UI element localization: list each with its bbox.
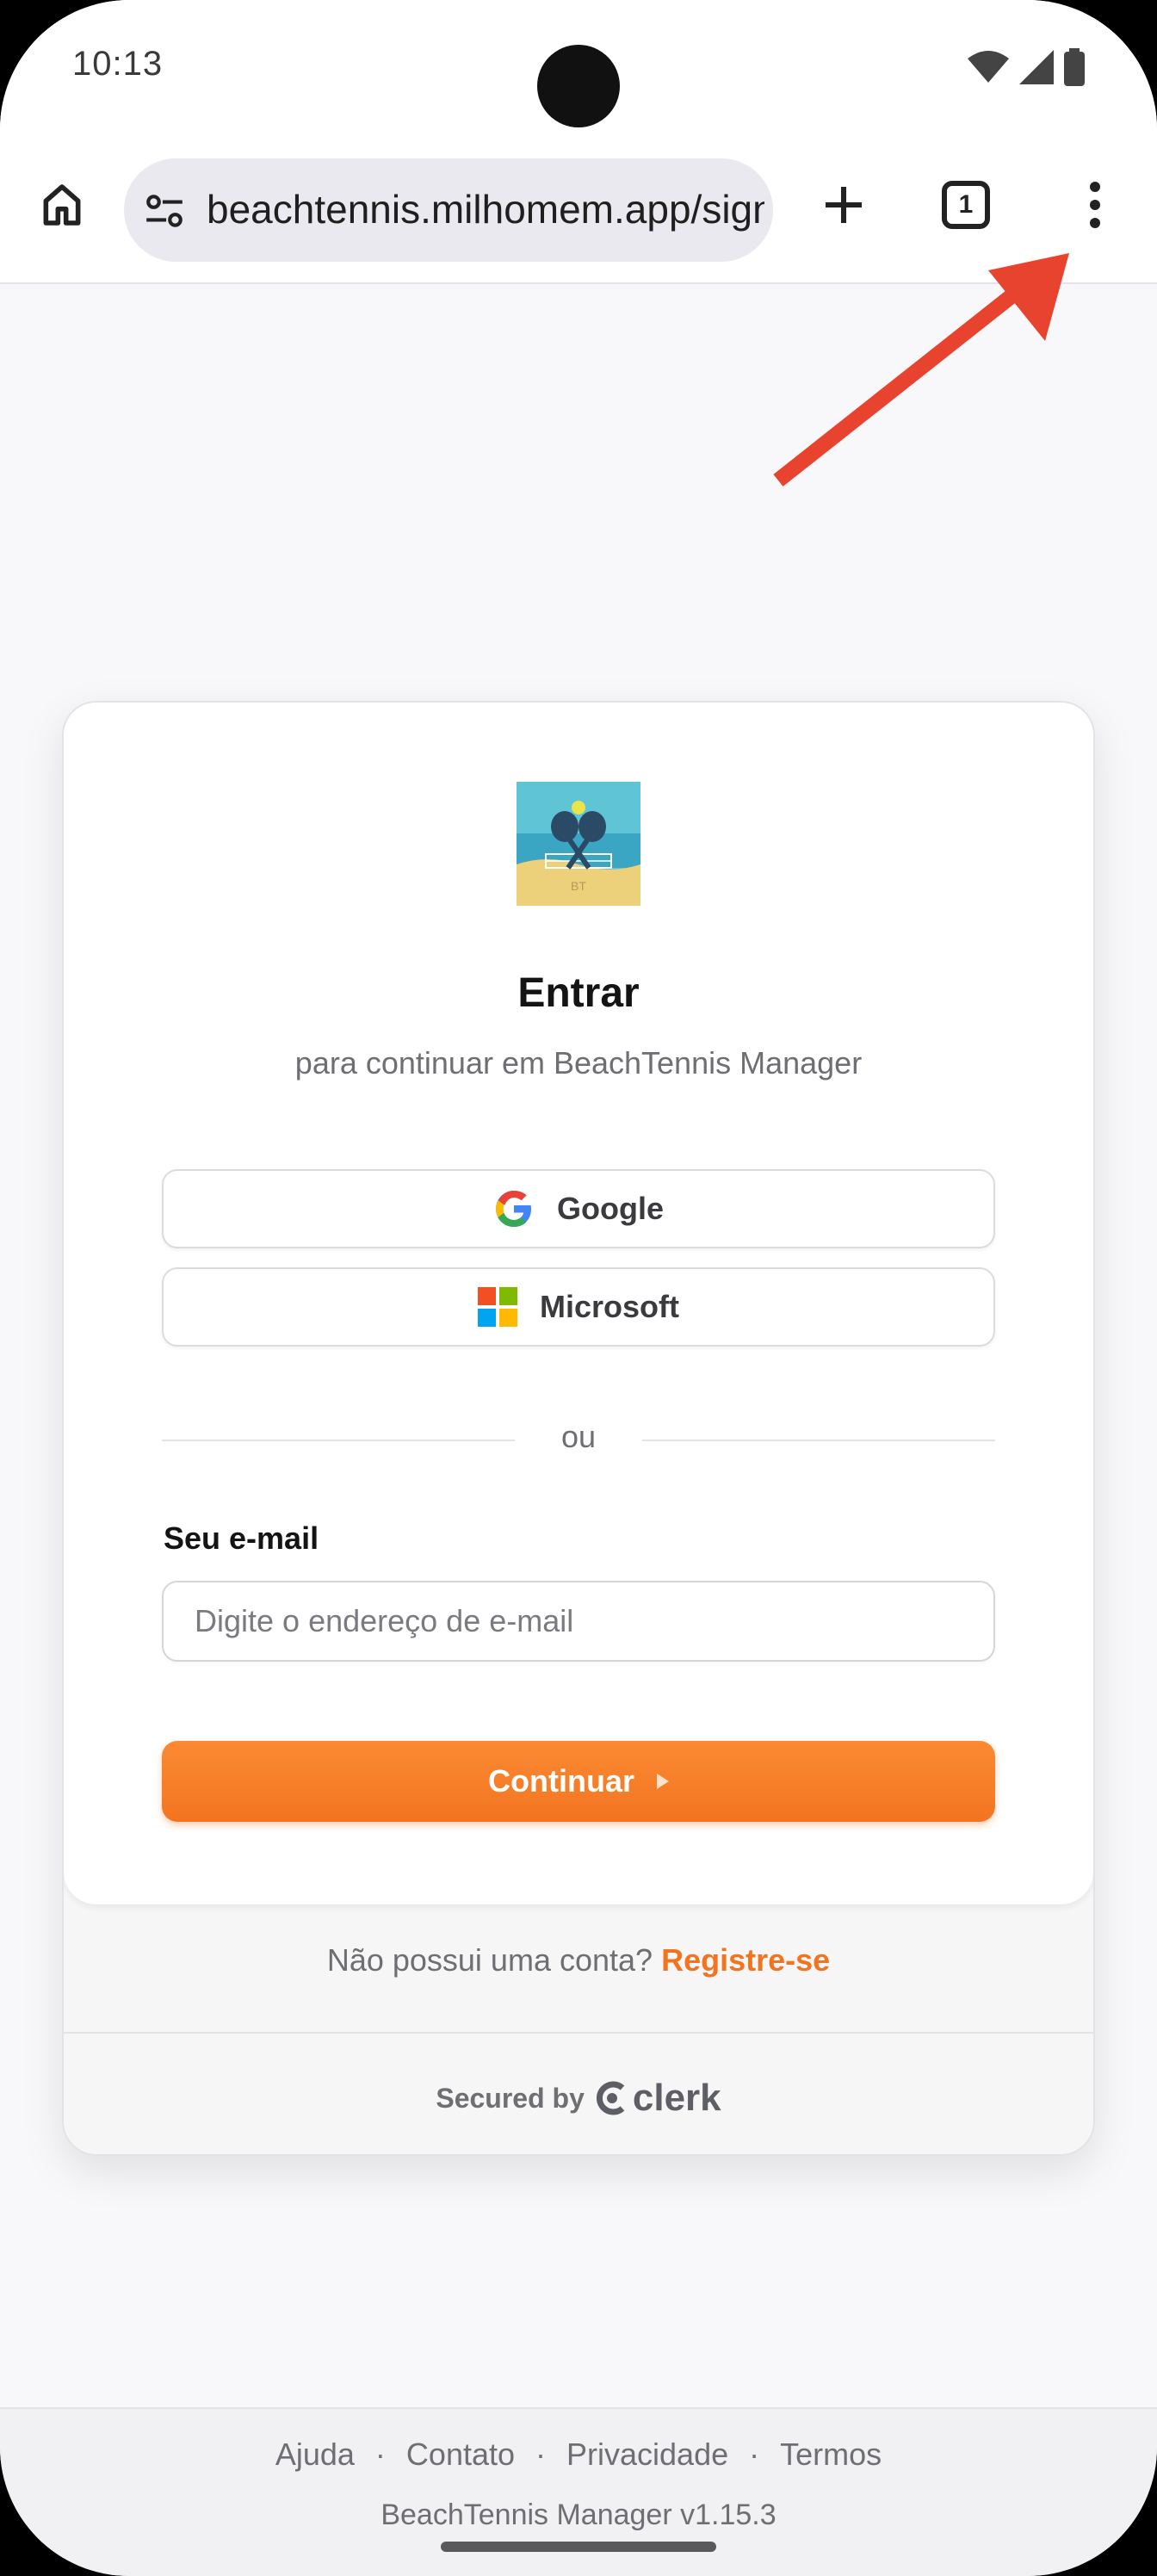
tab-switcher-button[interactable]: 1 xyxy=(942,181,990,229)
status-icons xyxy=(968,48,1085,86)
signin-card: BT Entrar para continuar em BeachTennis … xyxy=(62,701,1095,2156)
card-separator xyxy=(64,2032,1093,2034)
wifi-icon xyxy=(968,51,1009,83)
status-bar: 10:13 xyxy=(0,0,1157,138)
secured-by-row: Secured by clerk xyxy=(64,2077,1093,2120)
footer-link-privacy[interactable]: Privacidade xyxy=(566,2437,728,2472)
signin-title: Entrar xyxy=(517,970,640,1016)
continue-button-label: Continuar xyxy=(488,1763,634,1799)
signin-subtitle: para continuar em BeachTennis Manager xyxy=(294,1045,863,1081)
status-time: 10:13 xyxy=(72,45,164,83)
cellular-signal-icon xyxy=(1019,50,1054,84)
footer-link-terms[interactable]: Termos xyxy=(780,2437,882,2472)
menu-dot-icon xyxy=(1090,200,1100,210)
footer-separator: · xyxy=(535,2437,547,2472)
footer-links: Ajuda · Contato · Privacidade · Termos xyxy=(0,2437,1157,2473)
signup-prompt-row: Não possui uma conta? Registre-se xyxy=(64,1942,1093,1978)
email-label: Seu e-mail xyxy=(164,1520,319,1556)
address-bar[interactable]: beachtennis.milhomem.app/sign-in xyxy=(124,158,773,262)
menu-dot-icon xyxy=(1090,218,1100,228)
microsoft-button-label: Microsoft xyxy=(540,1289,679,1324)
email-field[interactable] xyxy=(162,1581,995,1662)
home-button[interactable] xyxy=(31,174,93,236)
battery-icon xyxy=(1064,48,1085,86)
logo-text: BT xyxy=(571,879,586,893)
browser-menu-button[interactable] xyxy=(1078,174,1112,236)
google-signin-button[interactable]: Google xyxy=(162,1169,995,1248)
home-icon xyxy=(43,184,81,226)
gesture-navigation-bar[interactable] xyxy=(441,2542,716,2552)
phone-screen: 10:13 beachtennis.milhomem.app/sign-in 1 xyxy=(0,0,1157,2576)
footer-link-help[interactable]: Ajuda xyxy=(275,2437,355,2472)
app-logo: BT xyxy=(517,782,640,906)
app-version: BeachTennis Manager v1.15.3 xyxy=(381,2499,776,2531)
play-arrow-icon xyxy=(656,1774,669,1789)
google-icon xyxy=(496,1191,531,1227)
front-camera xyxy=(537,45,620,127)
signup-prompt: Não possui uma conta? xyxy=(326,1942,653,1978)
clerk-icon xyxy=(596,2081,625,2115)
plus-icon xyxy=(826,187,862,223)
footer-separator: · xyxy=(749,2437,760,2472)
continue-button[interactable]: Continuar xyxy=(162,1741,995,1822)
or-divider: ou xyxy=(162,1419,995,1462)
new-tab-button[interactable] xyxy=(813,174,875,236)
footer-separator: · xyxy=(374,2437,386,2472)
divider-line xyxy=(642,1440,995,1441)
annotation-arrow-icon xyxy=(773,253,1069,487)
menu-dot-icon xyxy=(1090,182,1100,192)
google-button-label: Google xyxy=(557,1191,664,1226)
microsoft-icon xyxy=(478,1287,517,1327)
clerk-logo[interactable]: clerk xyxy=(596,2077,721,2120)
footer-link-contact[interactable]: Contato xyxy=(406,2437,515,2472)
signin-card-body: BT Entrar para continuar em BeachTennis … xyxy=(64,703,1093,1904)
divider-text: ou xyxy=(560,1419,597,1454)
signup-link[interactable]: Registre-se xyxy=(661,1942,830,1978)
url-text[interactable]: beachtennis.milhomem.app/sign-in xyxy=(207,186,764,232)
microsoft-signin-button[interactable]: Microsoft xyxy=(162,1267,995,1347)
secured-by-text: Secured by xyxy=(436,2082,585,2114)
clerk-wordmark: clerk xyxy=(632,2077,721,2119)
site-settings-icon[interactable] xyxy=(143,189,186,232)
